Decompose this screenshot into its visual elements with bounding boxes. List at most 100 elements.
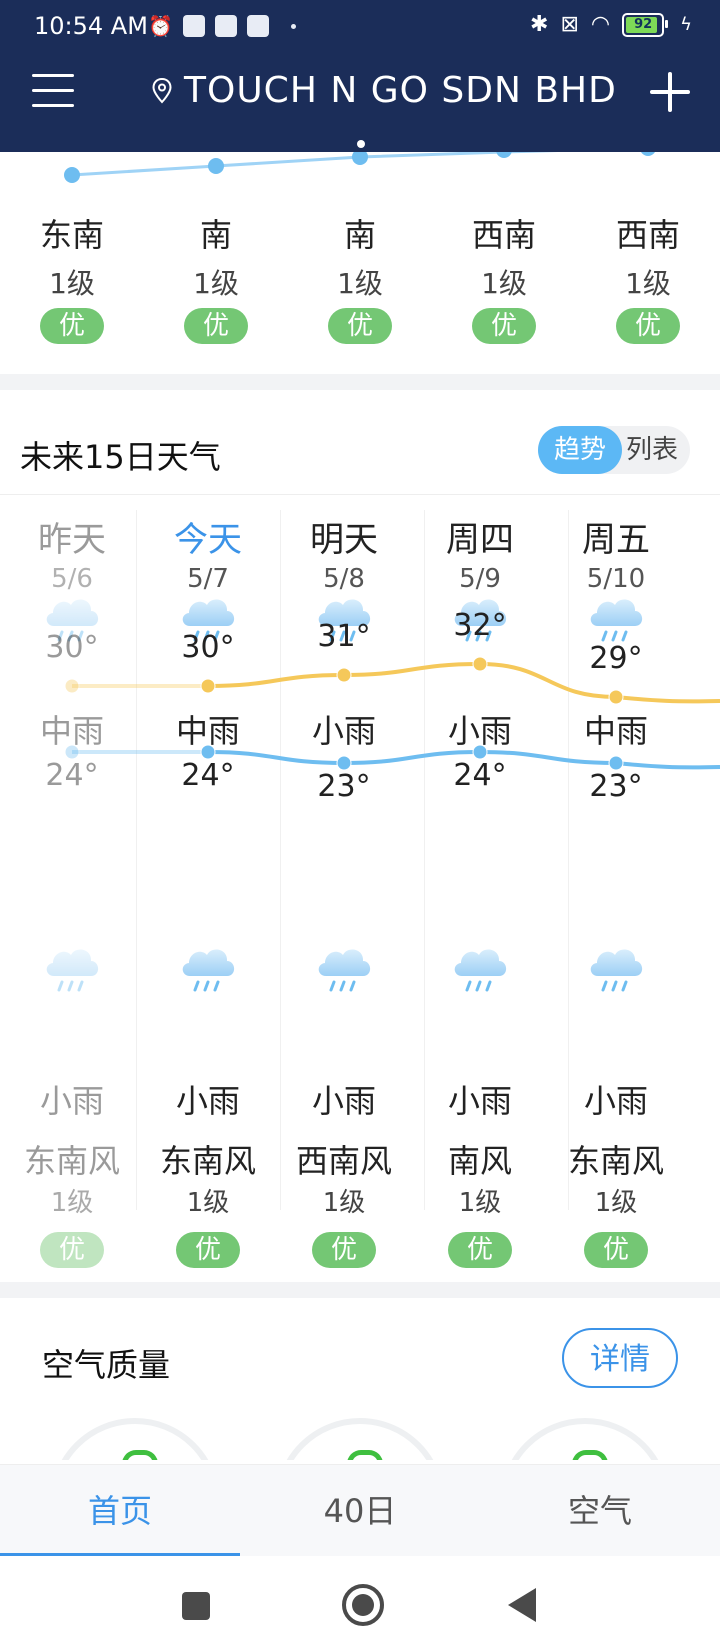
view-toggle[interactable]: 趋势 列表 — [538, 426, 690, 474]
wind-level: 1级 — [337, 267, 383, 300]
wind-direction: 西南 — [471, 216, 536, 254]
daily-forecast-header: 未来15日天气 趋势 列表 — [0, 392, 720, 495]
battery-icon: 92 — [622, 12, 669, 37]
aqi-gauge — [275, 1418, 445, 1460]
status-time: 10:54 AM — [34, 12, 148, 40]
page-title: TOUCH N GO SDN BHD — [184, 70, 617, 111]
back-icon[interactable] — [508, 1588, 536, 1622]
notification-icons: ⏰ — [148, 14, 296, 38]
recent-apps-icon[interactable] — [182, 1592, 210, 1620]
system-icons: ✱ ⊠ ◠ 92 ϟ — [530, 12, 692, 37]
aqi-badge: 优 — [328, 308, 392, 344]
notification-icon — [214, 15, 237, 37]
air-quality-title: 空气质量 — [42, 1346, 171, 1384]
aqi-badge: 优 — [616, 308, 680, 344]
low-temp-label: 24° — [453, 758, 507, 793]
wind-direction: 南风 — [447, 1142, 512, 1180]
aqi-badge: 优 — [40, 308, 104, 344]
air-detail-button[interactable]: 详情 — [562, 1328, 678, 1388]
wind-level: 1级 — [481, 267, 527, 300]
tab-air-label: 空气 — [567, 1492, 632, 1530]
wifi-icon: ◠ — [590, 12, 611, 37]
wind-direction: 西南风 — [295, 1142, 392, 1180]
aqi-badge: 优 — [312, 1232, 376, 1268]
high-temp-label: 30° — [45, 630, 99, 665]
tab-home-label: 首页 — [87, 1492, 152, 1530]
low-temp-point — [472, 744, 488, 760]
aqi-gauge — [500, 1418, 670, 1460]
section-divider — [0, 1282, 720, 1298]
low-temp-point — [200, 744, 216, 760]
high-temp-point — [64, 678, 80, 694]
low-temp-point — [336, 755, 352, 771]
hourly-item: 南 1级优 — [288, 210, 432, 344]
notification-icon — [182, 15, 205, 37]
low-temp-label: 24° — [45, 758, 99, 793]
tab-home[interactable]: 首页 — [0, 1465, 240, 1557]
night-weather: 小雨 — [447, 1082, 512, 1120]
night-weather: 小雨 — [311, 1082, 376, 1120]
wind-direction: 东南风 — [567, 1142, 664, 1180]
wind-direction: 西南 — [615, 216, 680, 254]
rain-cloud-icon — [312, 938, 376, 998]
add-city-icon[interactable] — [650, 72, 690, 112]
toggle-trend[interactable]: 趋势 — [538, 426, 622, 474]
hourly-point — [496, 152, 512, 158]
hourly-wind-strip[interactable]: 东南 1级优 南 1级优 南 1级优 西南 1级优 西南 1级优 — [0, 152, 720, 374]
wind-level: 1级 — [50, 1188, 94, 1218]
daily-forecast-title: 未来15日天气 — [20, 438, 221, 476]
home-icon[interactable] — [342, 1584, 384, 1626]
high-temp-point — [200, 678, 216, 694]
status-bar: 10:54 AM ⏰ ✱ ⊠ ◠ 92 ϟ — [0, 0, 720, 56]
night-weather: 小雨 — [583, 1082, 648, 1120]
hourly-point — [208, 158, 224, 174]
wind-level: 1级 — [186, 1188, 230, 1218]
high-temp-label: 30° — [181, 630, 235, 665]
air-quality-card: 空气质量 详情 — [0, 1300, 720, 1460]
aqi-badge: 优 — [176, 1232, 240, 1268]
aqi-badge: 优 — [584, 1232, 648, 1268]
hourly-point — [352, 152, 368, 165]
bluetooth-icon: ✱ — [530, 12, 549, 37]
low-temp-label: 23° — [589, 769, 643, 804]
low-temp-label: 23° — [317, 769, 371, 804]
battery-level: 92 — [634, 17, 653, 32]
wind-level: 1级 — [625, 267, 671, 300]
hourly-item: 东南 1级优 — [0, 210, 144, 344]
notification-icon — [246, 15, 269, 37]
menu-icon[interactable] — [32, 74, 74, 108]
system-navigation-bar — [0, 1556, 720, 1650]
page-indicator-dot — [357, 140, 365, 148]
tab-air[interactable]: 空气 — [480, 1465, 720, 1557]
high-temp-label: 29° — [589, 641, 643, 676]
aqi-gauge — [50, 1418, 220, 1460]
wind-level: 1级 — [322, 1188, 366, 1218]
hourly-point — [64, 167, 80, 183]
wind-level: 1级 — [193, 267, 239, 300]
wind-level: 1级 — [49, 267, 95, 300]
location-title[interactable]: TOUCH N GO SDN BHD — [152, 70, 617, 111]
tab-40-days[interactable]: 40日 — [240, 1465, 480, 1557]
aqi-badge: 优 — [448, 1232, 512, 1268]
rain-cloud-icon — [176, 938, 240, 998]
hourly-item: 西南 1级优 — [432, 210, 576, 344]
aqi-badge: 优 — [184, 308, 248, 344]
wind-level: 1级 — [458, 1188, 502, 1218]
night-weather: 小雨 — [39, 1082, 104, 1120]
sim-off-icon: ⊠ — [560, 12, 579, 37]
hourly-item: 南 1级优 — [144, 210, 288, 344]
top-bar: 10:54 AM ⏰ ✱ ⊠ ◠ 92 ϟ TOUCH N GO SDN BHD — [0, 0, 720, 152]
temperature-trend-chart — [64, 656, 720, 771]
bottom-tab-bar: 首页 40日 空气 — [0, 1464, 720, 1557]
low-temp-point — [64, 744, 80, 760]
wind-direction: 南 — [343, 216, 376, 254]
night-weather: 小雨 — [175, 1082, 240, 1120]
section-divider — [0, 374, 720, 390]
wind-direction: 东南风 — [159, 1142, 256, 1180]
wind-level: 1级 — [594, 1188, 638, 1218]
toggle-list[interactable]: 列表 — [626, 426, 678, 474]
more-notifications-icon — [290, 23, 296, 29]
wind-direction: 东南 — [39, 216, 104, 254]
hourly-item: 西南 1级优 — [576, 210, 720, 344]
hourly-point — [641, 152, 655, 156]
